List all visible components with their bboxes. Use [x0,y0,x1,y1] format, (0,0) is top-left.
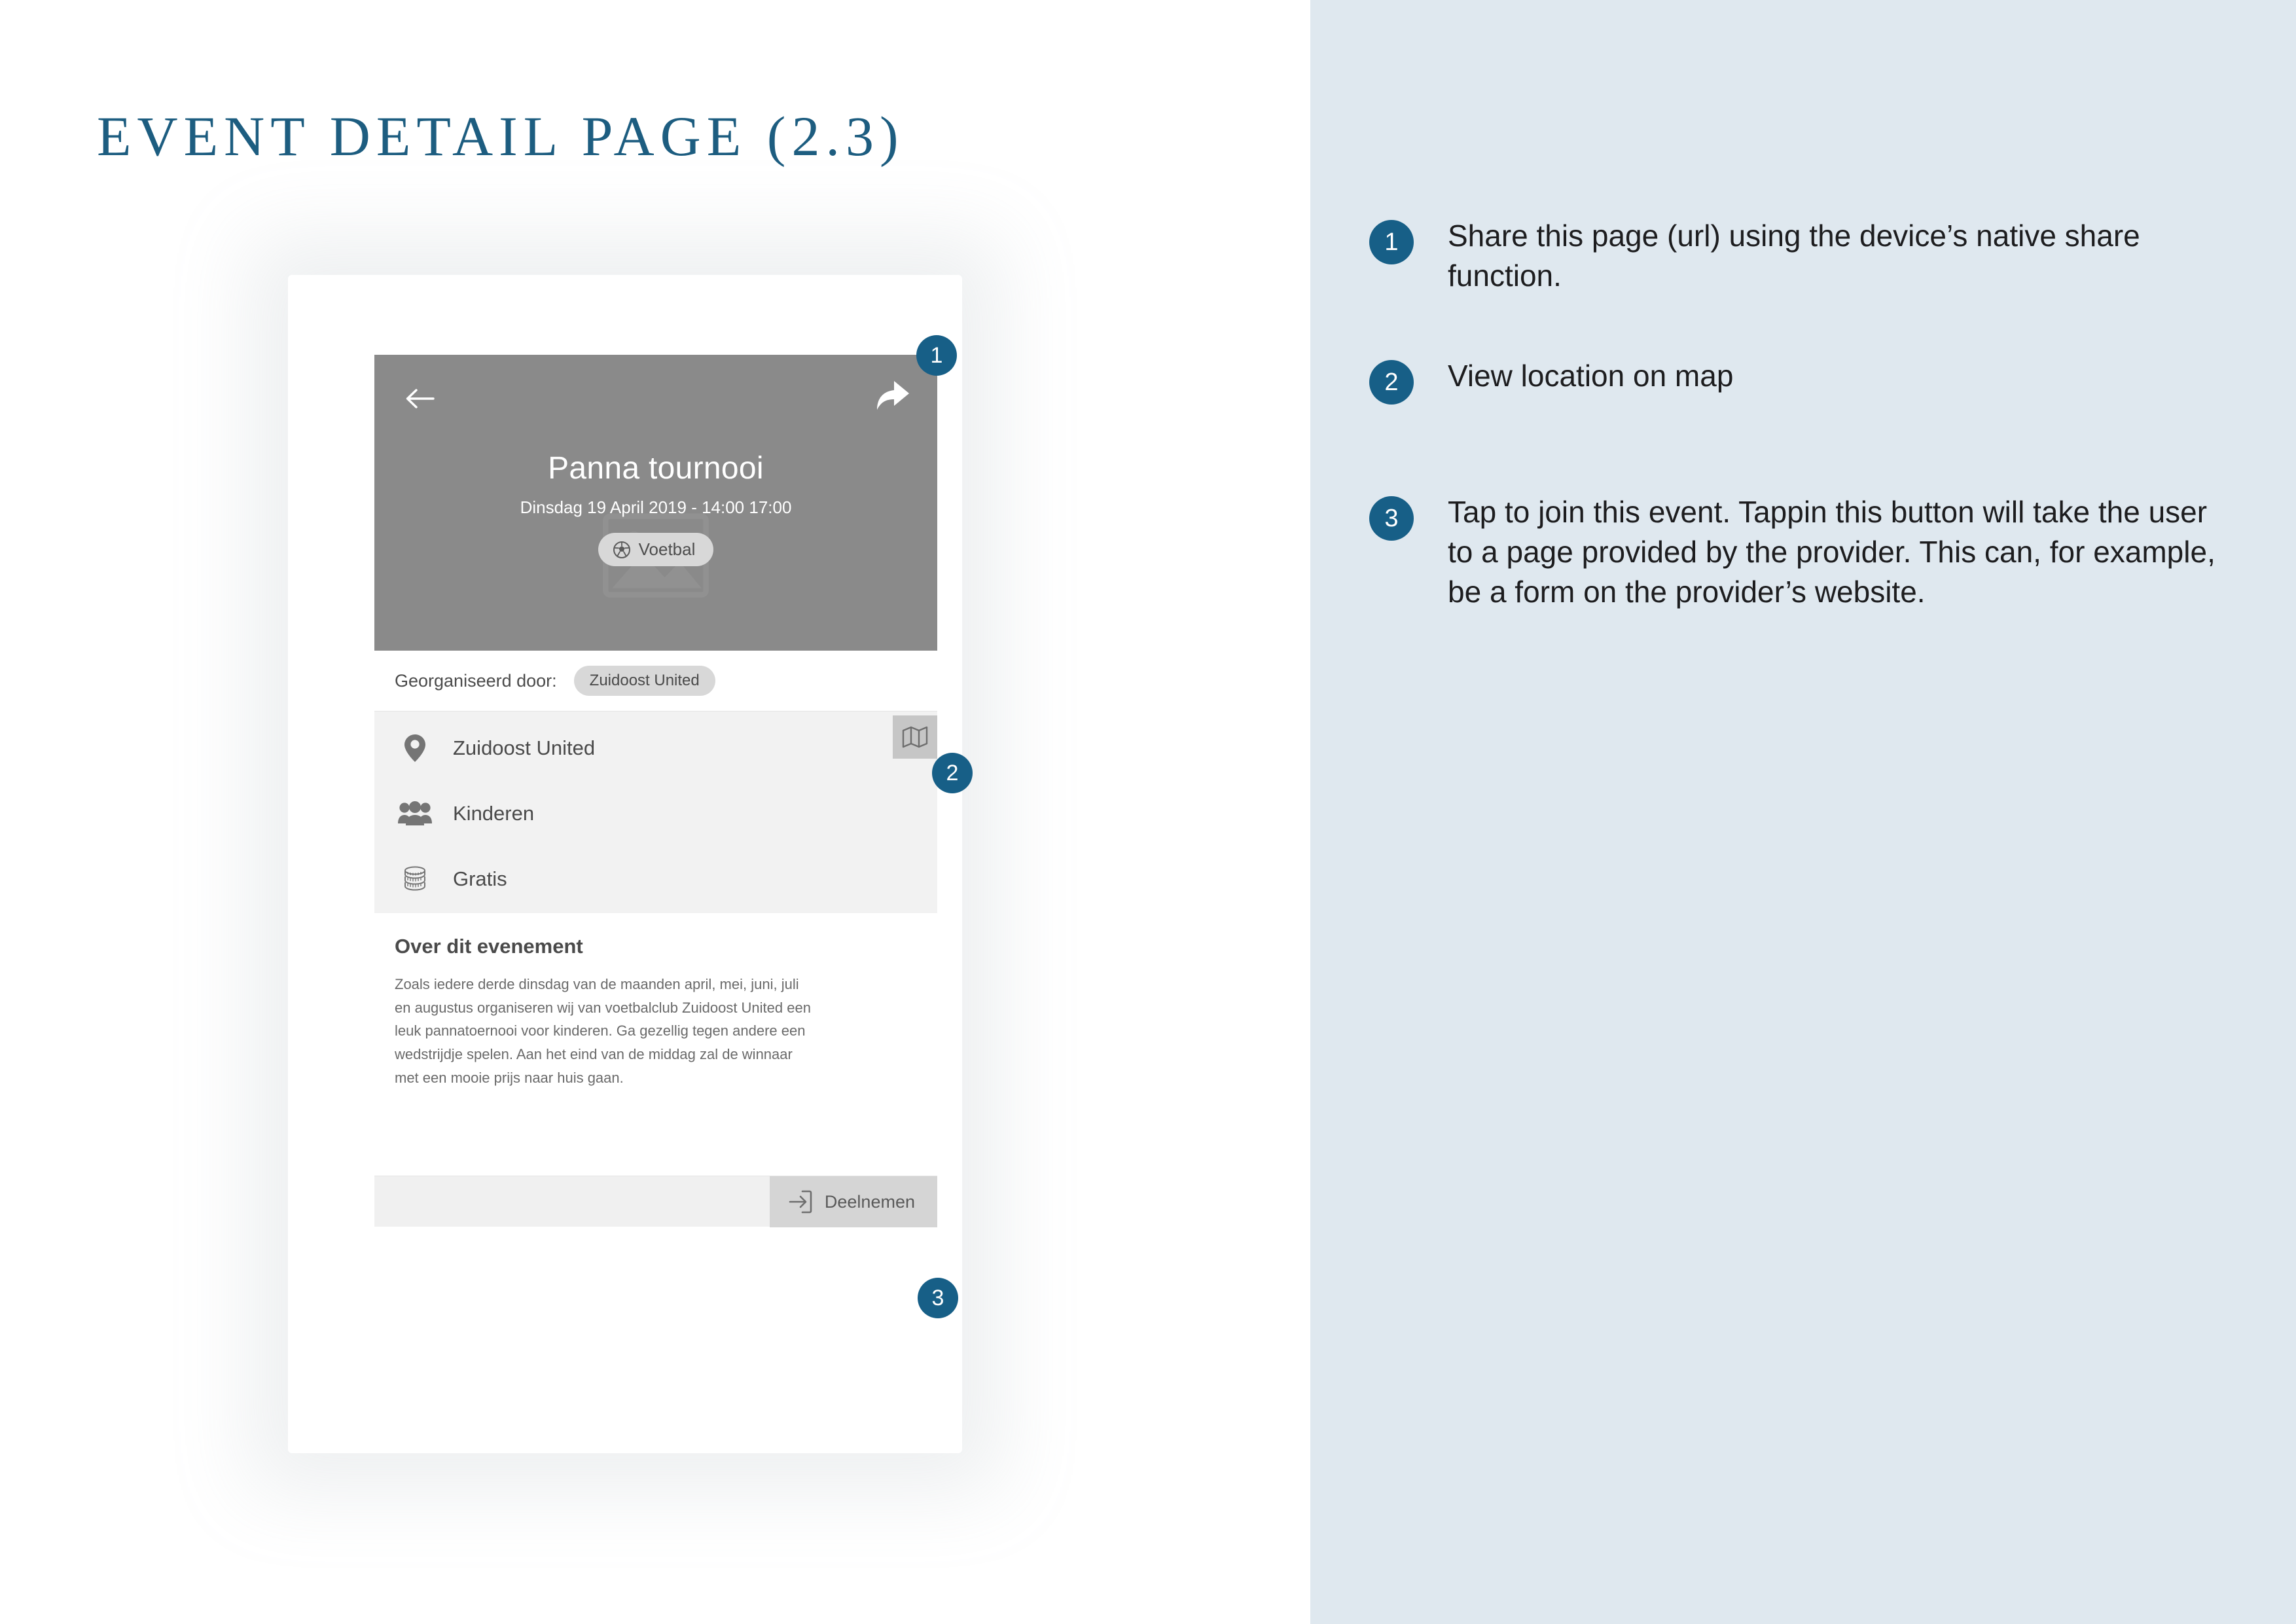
about-event-section: Over dit evenement Zoals iedere derde di… [374,913,937,1176]
soccer-ball-icon [613,541,630,558]
enter-door-icon [789,1190,812,1214]
event-category-tag[interactable]: Voetbal [598,533,714,566]
callout-badge-3: 3 [918,1278,958,1318]
event-info-list: Zuidoost United Kinderen Gratis [374,711,937,913]
annotation-item-2: 2 View location on map [1369,356,2240,405]
location-pin-icon [395,734,435,763]
phone-bottom-bar: Deelnemen [374,1176,937,1227]
callout-badge-1: 1 [916,335,957,376]
annotation-badge-3: 3 [1369,496,1414,541]
event-category-label: Voetbal [638,539,696,559]
annotation-badge-2: 2 [1369,360,1414,405]
organizer-pill[interactable]: Zuidoost United [573,666,715,696]
organizer-row: Georganiseerd door: Zuidoost United [374,651,937,711]
phone-mockup: Panna tournooi Dinsdag 19 April 2019 - 1… [374,355,937,1356]
annotation-item-3: 3 Tap to join this event. Tappin this bu… [1369,492,2240,613]
annotation-text-2: View location on map [1448,359,1734,393]
event-hero-text: Panna tournooi Dinsdag 19 April 2019 - 1… [374,450,937,566]
info-label-location: Zuidoost United [453,736,596,759]
info-row-location: Zuidoost United [374,715,937,781]
annotation-text-3: Tap to join this event. Tappin this butt… [1448,495,2215,609]
info-row-audience: Kinderen [374,781,937,846]
page-title: EVENT DETAIL PAGE (2.3) [97,105,905,168]
callout-badge-2: 2 [932,753,973,793]
info-label-audience: Kinderen [453,802,535,825]
back-arrow-icon [406,389,435,408]
share-arrow-icon [877,381,909,410]
view-on-map-button[interactable] [893,715,937,759]
people-group-icon [395,801,435,826]
event-datetime: Dinsdag 19 April 2019 - 14:00 17:00 [520,497,792,517]
slide-canvas: EVENT DETAIL PAGE (2.3) Panna tournooi D… [0,0,2296,1624]
share-button[interactable] [870,374,914,418]
about-body-text: Zoals iedere derde dinsdag van de maande… [395,976,811,1086]
annotation-badge-1: 1 [1369,220,1414,264]
annotation-panel: 1 Share this page (url) using the device… [1310,0,2296,1624]
coins-stack-icon [395,865,435,893]
back-button[interactable] [399,378,440,419]
join-event-label: Deelnemen [824,1191,915,1212]
about-heading: Over dit evenement [395,935,583,958]
event-title: Panna tournooi [548,451,764,486]
map-icon [902,726,928,748]
annotation-text-1: Share this page (url) using the device’s… [1448,219,2140,293]
join-event-button[interactable]: Deelnemen [769,1176,937,1227]
info-label-price: Gratis [453,867,507,890]
annotation-item-1: 1 Share this page (url) using the device… [1369,216,2240,296]
event-hero-header: Panna tournooi Dinsdag 19 April 2019 - 1… [374,355,937,651]
organizer-label: Georganiseerd door: [395,670,557,691]
info-row-price: Gratis [374,846,937,912]
